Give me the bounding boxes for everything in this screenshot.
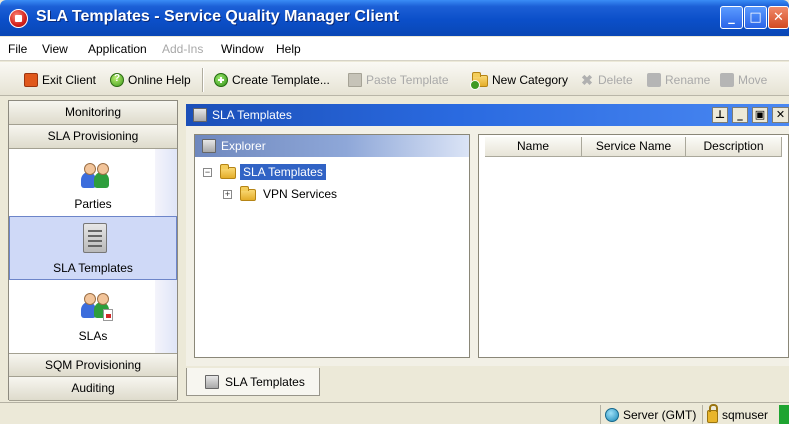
menu-file[interactable]: File [8,42,27,56]
app-icon [9,9,28,28]
frame-pin-button[interactable]: ⊥ [712,107,728,123]
nav-item-slas-label: SLAs [78,329,108,343]
rename-icon [647,73,661,87]
new-folder-icon [470,72,488,90]
collapse-icon[interactable]: − [203,167,212,177]
online-help-label: Online Help [128,73,191,87]
slas-icon [79,291,113,321]
title-bar: SLA Templates - Service Quality Manager … [0,0,789,36]
sla-templates-icon [83,223,107,253]
nav-item-parties-label: Parties [74,197,112,211]
nav-header-sqm-provisioning[interactable]: SQM Provisioning [9,353,177,377]
user-label: sqmuser [722,407,769,422]
move-button[interactable]: Move [720,71,767,89]
status-bar: Server (GMT) sqmuser [0,402,789,424]
close-button[interactable]: ✕ [768,6,789,29]
new-category-label: New Category [492,73,569,87]
server-status: Server (GMT) [600,405,700,424]
nav-item-parties[interactable]: Parties [9,151,177,215]
sla-templates-frame: SLA Templates ⊥ _ ▣ ✕ Explorer − SLA Tem… [186,104,789,366]
frame-icon [193,108,207,122]
paste-template-button[interactable]: Paste Template [348,71,449,89]
frame-title-bar: SLA Templates ⊥ _ ▣ ✕ [186,104,789,126]
user-status: sqmuser [702,403,772,424]
templates-table: Name Service Name Description [478,134,789,358]
lock-icon [707,403,718,423]
add-icon [214,73,228,87]
delete-button[interactable]: ✖ Delete [580,71,633,89]
paste-template-label: Paste Template [366,73,449,87]
menu-bar: File View Application Add-Ins Window Hel… [0,37,789,61]
nav-item-sla-templates-label: SLA Templates [53,261,133,275]
paste-icon [348,73,362,87]
parties-icon [79,161,111,189]
server-label: Server (GMT) [623,407,697,422]
explorer-panel: Explorer − SLA Templates + VPN Services [194,134,470,358]
server-icon [605,407,619,422]
frame-minimize-button[interactable]: _ [732,107,748,123]
explorer-header: Explorer [195,135,469,157]
folder-icon [240,186,256,201]
tree-label[interactable]: SLA Templates [240,164,326,180]
connection-indicator [779,405,789,424]
folder-icon [220,164,236,179]
nav-header-sla-provisioning[interactable]: SLA Provisioning [9,125,177,149]
frame-restore-button[interactable]: ▣ [752,107,768,123]
exit-client-label: Exit Client [42,73,97,87]
online-help-button[interactable]: Online Help [110,71,191,89]
exit-icon [24,73,38,87]
delete-label: Delete [598,73,633,87]
nav-item-slas[interactable]: SLAs [9,281,177,347]
left-navigation: Monitoring SLA Provisioning Parties SLA … [8,100,178,401]
menu-add-ins[interactable]: Add-Ins [162,42,203,56]
help-icon [110,73,124,87]
menu-view[interactable]: View [42,42,68,56]
rename-label: Rename [665,73,711,87]
tree-node-sla-templates[interactable]: − SLA Templates [203,163,326,181]
column-header-description[interactable]: Description [686,137,782,157]
frame-title: SLA Templates [212,108,292,122]
menu-help[interactable]: Help [276,42,301,56]
nav-header-monitoring[interactable]: Monitoring [9,101,177,125]
rename-button[interactable]: Rename [647,71,710,89]
menu-application[interactable]: Application [88,42,147,56]
new-category-button[interactable]: New Category [470,71,569,90]
frame-close-button[interactable]: ✕ [772,107,789,123]
move-icon [720,73,734,87]
explorer-title: Explorer [221,139,266,153]
toolbar-separator [202,68,204,92]
tree-node-vpn-services[interactable]: + VPN Services [223,185,340,203]
column-header-service-name[interactable]: Service Name [582,137,686,157]
delete-icon: ✖ [581,72,593,88]
move-label: Move [738,73,768,87]
exit-client-button[interactable]: Exit Client [24,71,96,89]
create-template-button[interactable]: Create Template... [214,71,330,89]
nav-item-sla-templates[interactable]: SLA Templates [9,216,177,280]
toolbar: Exit Client Online Help Create Template.… [0,62,789,96]
maximize-button[interactable]: □ [744,6,767,29]
nav-header-auditing[interactable]: Auditing [9,377,177,401]
column-header-name[interactable]: Name [485,137,582,157]
window-title: SLA Templates - Service Quality Manager … [36,8,399,25]
tab-sla-templates-label: SLA Templates [225,374,305,389]
explorer-icon [202,139,216,153]
menu-window[interactable]: Window [221,42,264,56]
frame-tab-strip: SLA Templates [186,366,789,400]
minimize-button[interactable]: _ [720,6,743,29]
create-template-label: Create Template... [232,73,330,87]
tree-label[interactable]: VPN Services [260,186,340,202]
sla-templates-tab-icon [205,374,219,389]
tab-sla-templates[interactable]: SLA Templates [186,368,320,396]
expand-icon[interactable]: + [223,189,232,199]
